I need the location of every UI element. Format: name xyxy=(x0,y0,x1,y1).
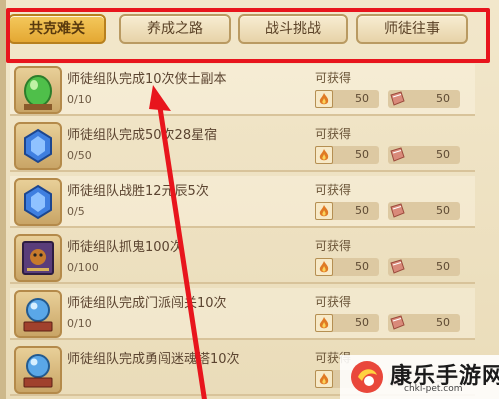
tab-zhandou[interactable]: 战斗挑战 xyxy=(238,14,348,44)
reward-value: 50 xyxy=(355,316,369,329)
task-progress: 0/5 xyxy=(67,205,85,218)
list-item[interactable]: 师徒组队战胜12元辰5次 0/5 可获得 50 50 xyxy=(10,176,475,228)
reward-book: 50 xyxy=(388,202,460,220)
book-icon xyxy=(388,90,406,108)
blue-crystal-icon xyxy=(14,178,62,226)
crystal-orb-icon xyxy=(14,346,62,394)
flame-icon xyxy=(315,202,333,220)
ghost-book-icon xyxy=(14,234,62,282)
tab-yangcheng[interactable]: 养成之路 xyxy=(119,14,231,44)
reward-book: 50 xyxy=(388,314,460,332)
reward-value: 50 xyxy=(355,148,369,161)
reward-flame: 50 xyxy=(315,146,379,164)
reward-book: 50 xyxy=(388,258,460,276)
reward-value: 50 xyxy=(436,148,450,161)
tab-bar: 共克难关 养成之路 战斗挑战 师徒往事 xyxy=(6,10,486,50)
tab-gongke[interactable]: 共克难关 xyxy=(8,14,106,44)
flame-icon xyxy=(315,90,333,108)
reward-book: 50 xyxy=(388,146,460,164)
crystal-orb-icon xyxy=(14,290,62,338)
tab-shitu[interactable]: 师徒往事 xyxy=(356,14,468,44)
reward-value: 50 xyxy=(355,260,369,273)
blue-crystal-icon xyxy=(14,122,62,170)
reward-value: 50 xyxy=(436,316,450,329)
list-item[interactable]: 师徒组队完成50次28星宿 0/50 可获得 50 50 xyxy=(10,120,475,172)
reward-value: 50 xyxy=(436,260,450,273)
flame-icon xyxy=(315,146,333,164)
reward-label: 可获得 xyxy=(315,239,352,253)
reward-label: 可获得 xyxy=(315,127,352,141)
task-progress: 0/10 xyxy=(67,317,92,330)
book-icon xyxy=(388,314,406,332)
list-item[interactable]: 师徒组队完成门派闯关10次 0/10 可获得 50 50 xyxy=(10,288,475,340)
task-progress: 0/50 xyxy=(67,149,92,162)
reward-flame: 50 xyxy=(315,258,379,276)
reward-flame: 50 xyxy=(315,314,379,332)
reward-value: 50 xyxy=(355,92,369,105)
green-gem-icon xyxy=(14,66,62,114)
list-item[interactable]: 师徒组队完成10次侠士副本 0/10 可获得 50 50 xyxy=(10,64,475,116)
flame-icon xyxy=(315,258,333,276)
watermark-url: chkl-pet.com xyxy=(404,384,463,394)
reward-value: 50 xyxy=(436,92,450,105)
reward-flame: 50 xyxy=(315,90,379,108)
watermark-logo-icon xyxy=(351,361,383,393)
flame-icon xyxy=(315,314,333,332)
task-progress: 0/10 xyxy=(67,93,92,106)
reward-value: 50 xyxy=(355,204,369,217)
reward-flame: 50 xyxy=(315,202,379,220)
reward-label: 可获得 xyxy=(315,71,352,85)
book-icon xyxy=(388,202,406,220)
task-progress: 0/100 xyxy=(67,261,99,274)
reward-label: 可获得 xyxy=(315,295,352,309)
reward-label: 可获得 xyxy=(315,183,352,197)
reward-book: 50 xyxy=(388,90,460,108)
book-icon xyxy=(388,146,406,164)
site-watermark: 康乐手游网 chkl-pet.com xyxy=(340,355,499,399)
list-item[interactable]: 师徒组队抓鬼100次 0/100 可获得 50 50 xyxy=(10,232,475,284)
reward-value: 50 xyxy=(436,204,450,217)
red-arrow-annotation xyxy=(149,85,207,399)
book-icon xyxy=(388,258,406,276)
flame-icon xyxy=(315,370,333,388)
